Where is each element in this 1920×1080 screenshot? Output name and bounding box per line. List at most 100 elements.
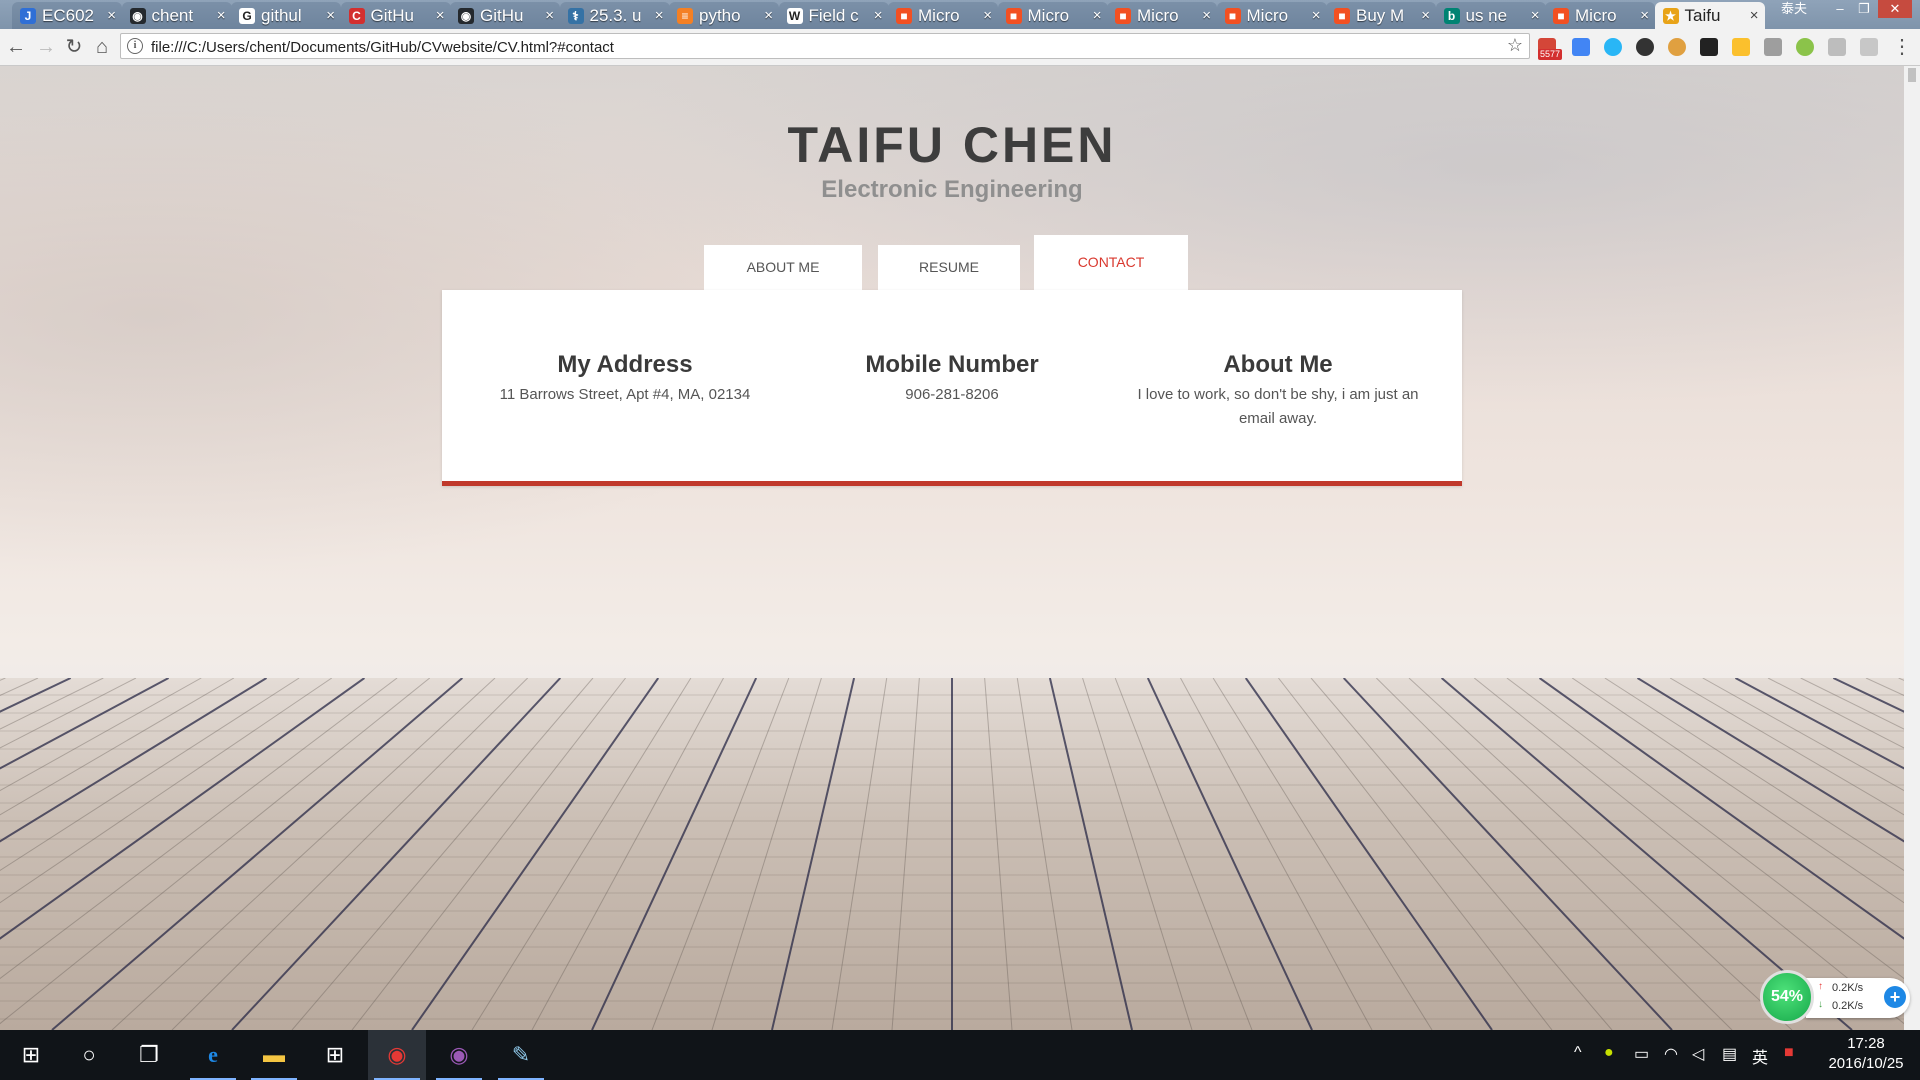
memory-usage-circle[interactable]: 54% <box>1760 970 1814 1024</box>
person-extension-icon[interactable] <box>1860 38 1878 56</box>
forward-icon[interactable]: → <box>34 35 58 59</box>
tab-about-me[interactable]: ABOUT ME <box>704 245 862 290</box>
upload-speed: 0.2K/s <box>1832 982 1864 994</box>
tab-close-icon[interactable]: × <box>436 2 445 29</box>
restore-icon[interactable]: ❐ <box>1852 0 1876 18</box>
tab-close-icon[interactable]: × <box>1312 2 1321 29</box>
tab-extension-icon[interactable] <box>1700 38 1718 56</box>
store-icon[interactable]: ⊞ <box>306 1030 364 1080</box>
browser-tab[interactable]: ★ Taifu × <box>1654 2 1765 30</box>
taskbar-clock[interactable]: 17:28 2016/10/25 <box>1818 1034 1914 1074</box>
browser-tab-label: Micro <box>1137 6 1179 25</box>
github-icon: ◉ <box>129 8 146 24</box>
mic-extension-icon[interactable] <box>1828 38 1846 56</box>
browser-tab[interactable]: b us ne × <box>1435 2 1546 29</box>
tab-resume[interactable]: RESUME <box>878 245 1020 290</box>
browser-tab[interactable]: ◉ chent × <box>121 2 232 29</box>
volume-icon[interactable]: ◁ <box>1692 1044 1704 1064</box>
google-icon: G <box>239 8 255 24</box>
minimize-icon[interactable]: – <box>1828 0 1852 18</box>
star-icon: ★ <box>1662 8 1679 24</box>
scrollbar-thumb[interactable] <box>1908 68 1916 82</box>
browser-tab-label: chent <box>151 6 194 25</box>
file-explorer-icon[interactable]: ▬ <box>245 1030 303 1080</box>
boost-plus-icon[interactable]: + <box>1884 986 1906 1008</box>
battery-icon[interactable]: ▭ <box>1634 1044 1649 1064</box>
download-arrow-icon: ↓ <box>1818 999 1823 1010</box>
browser-tab[interactable]: ≡ pytho × <box>669 2 779 29</box>
page-scrollbar[interactable] <box>1904 66 1920 1030</box>
start-windows-icon[interactable]: ⊞ <box>2 1030 60 1080</box>
tab-close-icon[interactable]: × <box>217 2 226 29</box>
info-icon[interactable]: i <box>127 38 143 54</box>
network-speed-widget[interactable]: ↑ 0.2K/s ↓ 0.2K/s + 54% <box>1760 970 1912 1024</box>
green-extension-icon[interactable] <box>1796 38 1814 56</box>
chrome-icon[interactable]: ◉ <box>368 1030 426 1080</box>
browser-tab[interactable]: ■ Micro × <box>888 2 998 29</box>
task-view-icon[interactable]: ❐ <box>120 1030 178 1080</box>
tab-close-icon[interactable]: × <box>107 2 116 29</box>
address-section: My Address 11 Barrows Street, Apt #4, MA… <box>475 350 775 407</box>
browser-tab-label: EC602 <box>42 6 94 25</box>
page-subtitle: Electronic Engineering <box>821 176 1083 203</box>
tab-close-icon[interactable]: × <box>874 2 883 29</box>
check-extension-icon[interactable] <box>1732 38 1750 56</box>
paint-icon[interactable]: ✎ <box>492 1030 550 1080</box>
action-center-icon[interactable]: ▤ <box>1722 1044 1737 1064</box>
back-icon[interactable]: ← <box>4 35 28 59</box>
tab-close-icon[interactable]: × <box>1202 2 1211 29</box>
browser-tab[interactable]: ■ Micro × <box>997 2 1108 29</box>
tab-close-icon[interactable]: × <box>1640 2 1649 29</box>
tab-close-icon[interactable]: × <box>326 2 335 29</box>
cloud-extension-icon[interactable] <box>1604 38 1622 56</box>
tab-close-icon[interactable]: × <box>545 2 554 29</box>
ime-indicator[interactable]: 英 <box>1752 1044 1768 1068</box>
page-viewport: TAIFU CHEN Electronic Engineering ABOUT … <box>0 66 1904 1030</box>
search-circle-icon[interactable]: ○ <box>60 1030 118 1080</box>
tab-contact[interactable]: CONTACT <box>1034 235 1188 290</box>
tab-close-icon[interactable]: × <box>764 2 773 29</box>
browser-tab[interactable]: Ggithul × <box>231 2 341 29</box>
browser-tab[interactable]: ■ Micro × <box>1107 2 1217 29</box>
browser-tab[interactable]: W Field c × <box>778 2 889 29</box>
browser-tab-label: 25.3. u <box>589 6 642 25</box>
tray-green-app-icon[interactable]: ● <box>1604 1044 1614 1062</box>
c-icon: C <box>348 8 365 24</box>
cookie-extension-icon[interactable] <box>1668 38 1686 56</box>
browser-tab-label: GitHu <box>480 6 524 25</box>
home-icon[interactable]: ⌂ <box>90 35 114 59</box>
sogou-icon[interactable]: ■ <box>1784 1044 1794 1062</box>
browser-tab-label: Field c <box>808 6 859 25</box>
menu-icon[interactable]: ⋮ <box>1890 35 1914 59</box>
address-bar[interactable]: i ☆ <box>120 33 1530 59</box>
github-extension-icon[interactable] <box>1636 38 1654 56</box>
browser-tab-label: Micro <box>918 6 960 25</box>
github-desktop-icon[interactable]: ◉ <box>430 1030 488 1080</box>
browser-tab[interactable]: J EC602 × <box>12 2 122 29</box>
tab-close-icon[interactable]: × <box>983 2 992 29</box>
browser-tab[interactable]: C GitHu × <box>340 2 451 29</box>
microsoft-icon: ■ <box>1005 8 1022 24</box>
close-window-icon[interactable]: ✕ <box>1878 0 1912 18</box>
tab-close-icon[interactable]: × <box>1750 2 1759 29</box>
wikipedia-icon: W <box>786 8 803 24</box>
edge-icon[interactable]: e <box>184 1030 242 1080</box>
tab-close-icon[interactable]: × <box>1093 2 1102 29</box>
address-input[interactable] <box>149 35 1493 59</box>
browser-tab[interactable]: ◉ GitHu × <box>450 2 560 29</box>
reload-icon[interactable]: ↻ <box>62 35 86 59</box>
browser-tab-label: Micro <box>1575 6 1617 25</box>
browser-tab[interactable]: ■ Micro × <box>1545 2 1655 29</box>
browser-tab[interactable]: ■ Micro × <box>1216 2 1327 29</box>
tab-close-icon[interactable]: × <box>1531 2 1540 29</box>
bookmark-star-icon[interactable]: ☆ <box>1507 35 1523 56</box>
browser-tab[interactable]: ⚕ 25.3. u × <box>559 2 670 29</box>
translate-extension-icon[interactable] <box>1572 38 1590 56</box>
tab-close-icon[interactable]: × <box>655 2 664 29</box>
puzzle-extension-icon[interactable] <box>1764 38 1782 56</box>
tray-chevron-icon[interactable]: ^ <box>1574 1044 1582 1062</box>
wifi-icon[interactable]: ◠ <box>1664 1044 1678 1064</box>
browser-tab-label: Micro <box>1027 6 1070 25</box>
tab-close-icon[interactable]: × <box>1421 2 1430 29</box>
browser-tab[interactable]: ■ Buy M × <box>1326 2 1436 29</box>
